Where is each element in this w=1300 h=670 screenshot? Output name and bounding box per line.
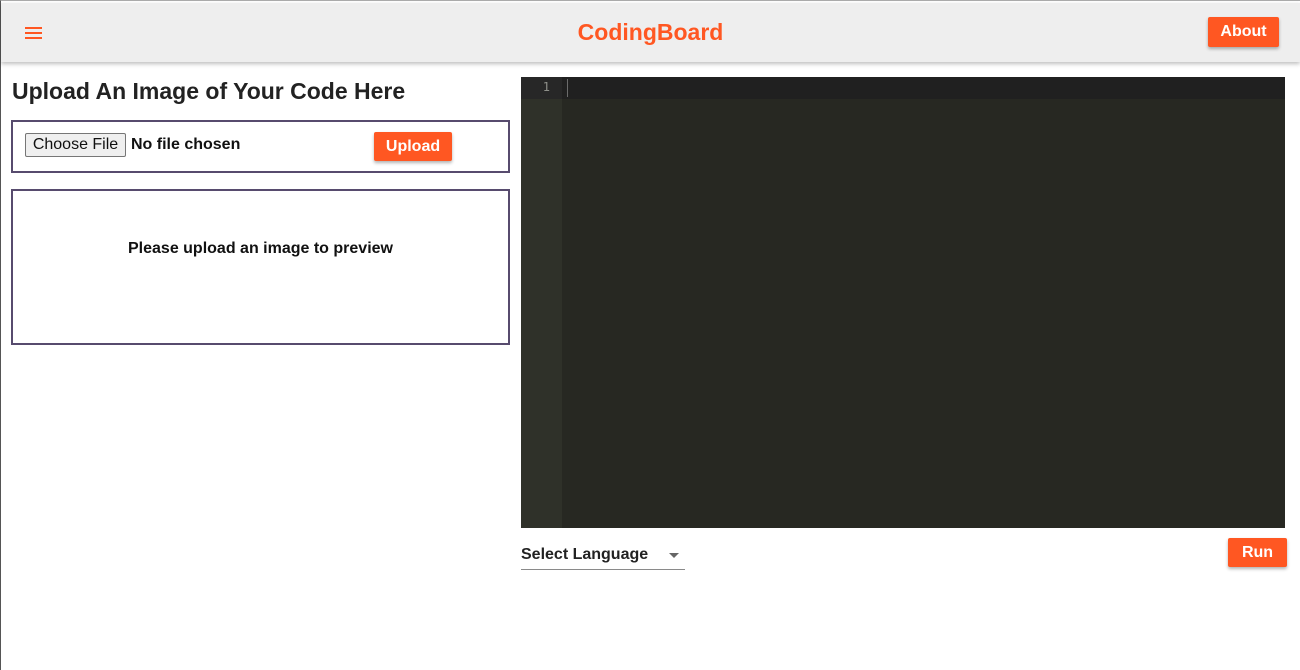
hamburger-menu-icon[interactable] [23, 22, 45, 44]
language-select-label: Select Language [521, 546, 649, 563]
caret-down-icon [669, 546, 679, 564]
app-title: CodingBoard [577, 19, 724, 45]
text-cursor [567, 79, 568, 97]
active-line-highlight [521, 77, 1285, 99]
file-status-text: No file chosen [131, 136, 241, 153]
upload-heading: Upload An Image of Your Code Here [12, 78, 406, 104]
line-number: 1 [542, 80, 550, 94]
language-select[interactable]: Select Language [521, 539, 685, 570]
image-preview: Please upload an image to preview [11, 189, 510, 345]
code-editor[interactable]: 1 [521, 77, 1285, 528]
run-button[interactable]: Run [1228, 538, 1287, 567]
editor-gutter [521, 77, 562, 528]
upload-form: Choose File No file chosen Upload [11, 120, 510, 173]
about-button[interactable]: About [1208, 17, 1279, 47]
app-bar: CodingBoard About [1, 3, 1300, 62]
upload-button[interactable]: Upload [374, 132, 452, 161]
preview-placeholder: Please upload an image to preview [128, 240, 393, 257]
choose-file-button[interactable]: Choose File [25, 133, 126, 157]
